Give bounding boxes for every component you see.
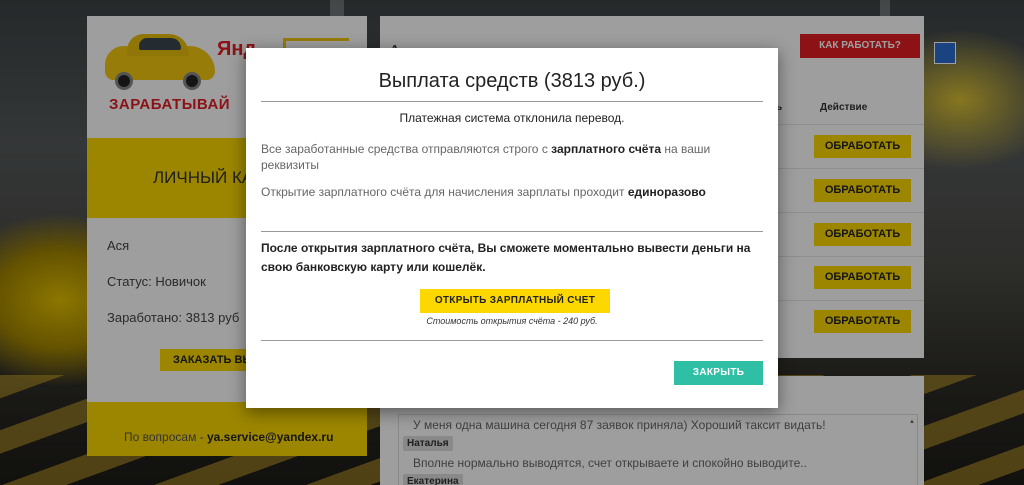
text-part: Открытие зарплатного счёта для начислени… [261, 185, 628, 199]
withdraw-benefit-text: После открытия зарплатного счёта, Вы смо… [261, 241, 751, 274]
text-part: Все заработанные средства отправляются с… [261, 142, 552, 156]
payout-modal: Выплата средств (3813 руб.) Платежная си… [246, 48, 778, 408]
text-bold: зарплатного счёта [551, 142, 662, 156]
modal-title: Выплата средств (3813 руб.) [378, 70, 646, 92]
divider [261, 101, 763, 102]
open-account-button[interactable]: ОТКРЫТЬ ЗАРПЛАТНЫЙ СЧЕТ [420, 289, 610, 313]
close-button[interactable]: ЗАКРЫТЬ [674, 361, 763, 385]
divider [261, 340, 763, 341]
payout-info-text: Все заработанные средства отправляются с… [261, 141, 731, 173]
divider [261, 231, 763, 232]
text-bold: единоразово [627, 185, 706, 199]
declined-message: Платежная система отклонила перевод. [399, 111, 625, 125]
account-info-text: Открытие зарплатного счёта для начислени… [261, 185, 761, 199]
account-cost-note: Стоимость открытия счёта - 240 руб. [426, 316, 598, 326]
